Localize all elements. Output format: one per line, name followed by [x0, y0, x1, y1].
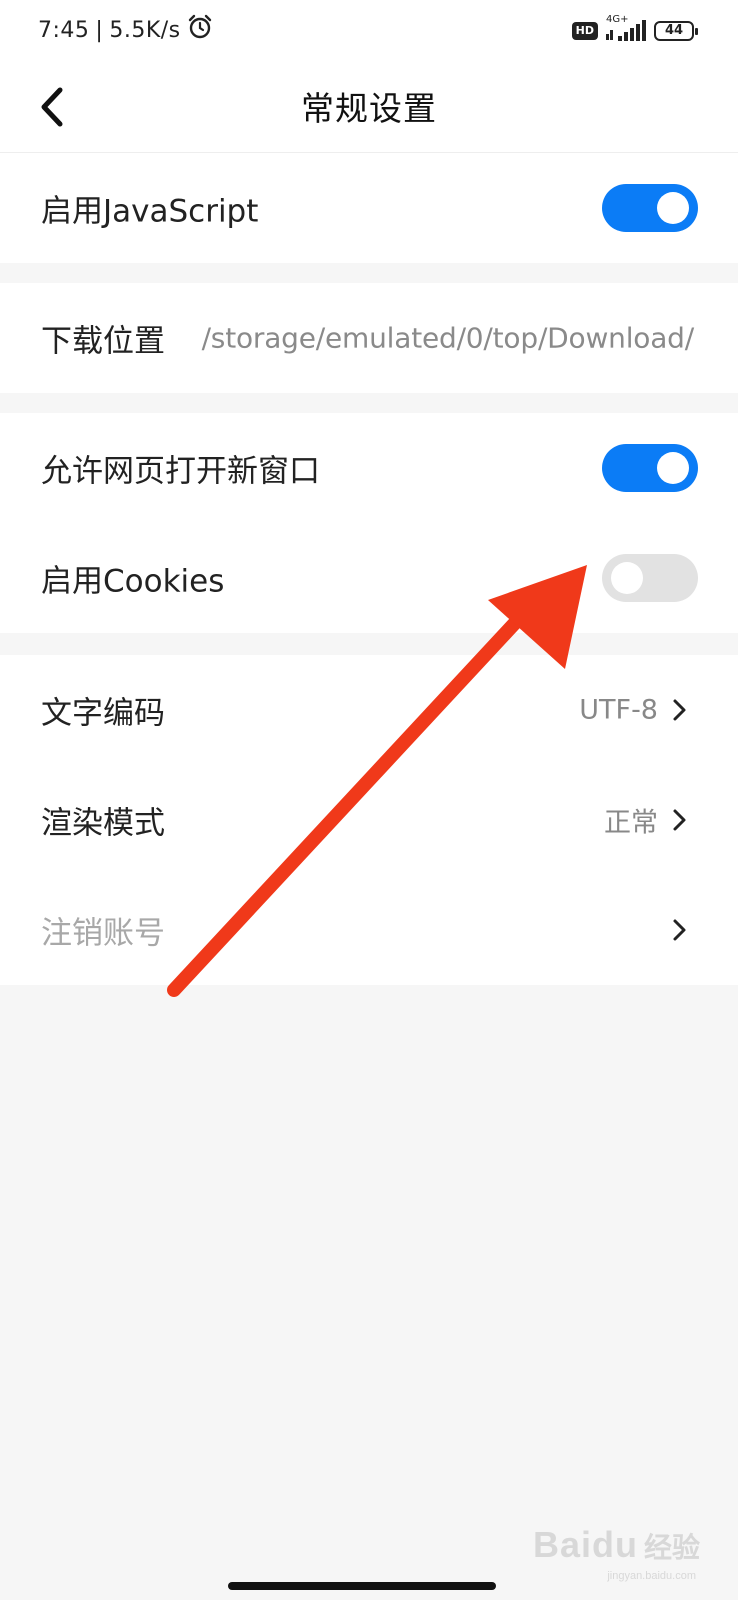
setting-row-logout[interactable]: 注销账号 — [0, 875, 738, 985]
page-title: 常规设置 — [301, 89, 437, 128]
toggle-knob — [657, 452, 689, 484]
toggle-knob — [611, 562, 643, 594]
setting-row-encoding[interactable]: 文字编码 UTF-8 — [0, 655, 738, 765]
status-right: HD 4G+ 44 — [571, 14, 698, 44]
card-web-permissions: 允许网页打开新窗口 启用Cookies — [0, 413, 738, 633]
card-download: 下载位置 /storage/emulated/0/top/Download/ — [0, 283, 738, 393]
signal-icon: 4G+ — [604, 14, 648, 44]
watermark-suffix: 经验 — [643, 1532, 700, 1563]
hd-badge: HD — [571, 22, 598, 40]
setting-row-javascript[interactable]: 启用JavaScript — [0, 153, 738, 263]
home-indicator[interactable] — [228, 1582, 496, 1590]
download-label: 下载位置 — [41, 323, 165, 360]
javascript-label: 启用JavaScript — [41, 193, 259, 230]
javascript-toggle[interactable] — [602, 184, 698, 232]
status-time: 7:45 — [38, 17, 90, 43]
cookies-label: 启用Cookies — [41, 563, 225, 600]
battery-icon: 44 — [654, 21, 698, 41]
download-path: /storage/emulated/0/top/Download/ — [201, 321, 695, 355]
new-window-toggle[interactable] — [602, 444, 698, 492]
chevron-right-icon — [668, 806, 692, 834]
alarm-icon — [187, 14, 213, 46]
watermark-brand: Baidu — [532, 1524, 638, 1565]
chevron-right-icon — [668, 916, 692, 944]
nav-bar: 常规设置 — [0, 64, 738, 153]
battery-level: 44 — [664, 23, 684, 38]
baidu-watermark: Baidu 经验 — [533, 1524, 700, 1566]
render-mode-value: 正常 — [604, 807, 658, 839]
new-window-label: 允许网页打开新窗口 — [41, 453, 320, 490]
setting-row-new-window[interactable]: 允许网页打开新窗口 — [0, 413, 738, 523]
watermark-domain: jingyan.baidu.com — [607, 1570, 696, 1582]
cookies-toggle[interactable] — [602, 554, 698, 602]
setting-row-download[interactable]: 下载位置 /storage/emulated/0/top/Download/ — [0, 283, 738, 393]
render-mode-label: 渲染模式 — [41, 805, 165, 842]
status-net-speed: 5.5K/s — [109, 17, 181, 43]
setting-row-cookies[interactable]: 启用Cookies — [0, 523, 738, 633]
status-bar: 7:45 | 5.5K/s HD 4G+ 44 — [0, 0, 738, 64]
chevron-right-icon — [668, 696, 692, 724]
setting-row-render-mode[interactable]: 渲染模式 正常 — [0, 765, 738, 875]
encoding-label: 文字编码 — [41, 695, 165, 732]
status-left: 7:45 | 5.5K/s — [38, 14, 213, 46]
encoding-value: UTF-8 — [579, 694, 658, 726]
card-advanced: 文字编码 UTF-8 渲染模式 正常 注销账号 — [0, 655, 738, 985]
logout-label: 注销账号 — [41, 915, 165, 952]
card-javascript: 启用JavaScript — [0, 153, 738, 263]
toggle-knob — [657, 192, 689, 224]
status-separator: | — [95, 17, 104, 43]
